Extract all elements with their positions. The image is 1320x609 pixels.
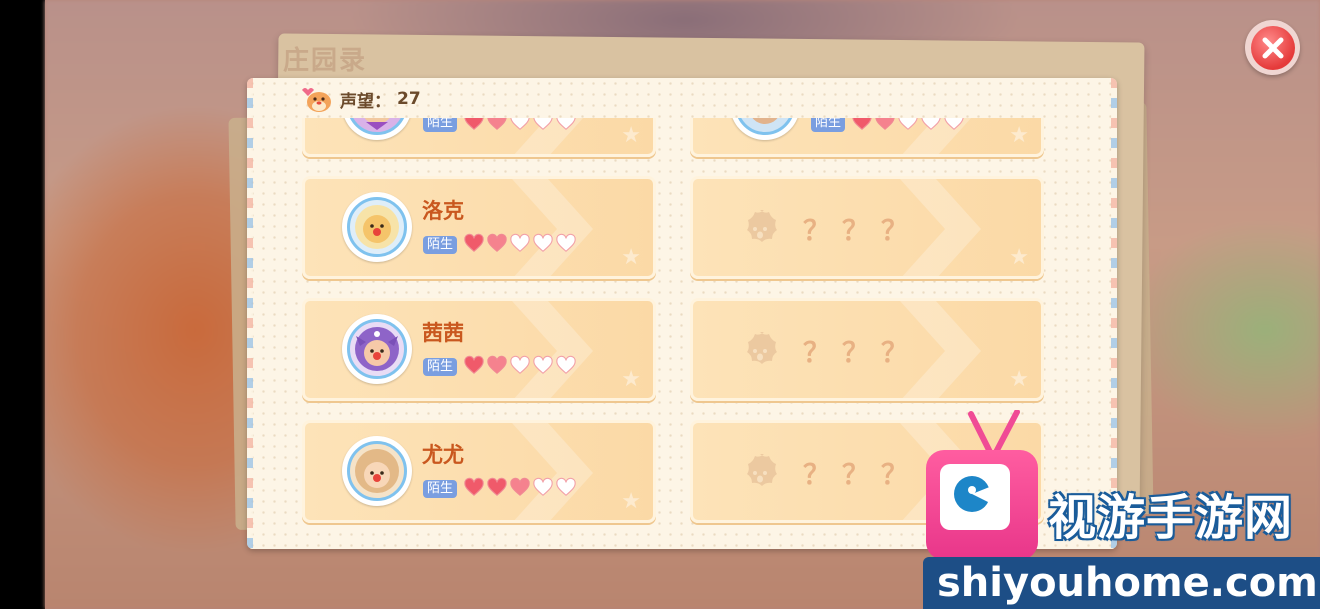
mascot-icon [298,84,334,114]
book-title: 庄园录 [283,46,368,76]
locked-silhouette-icon [747,332,777,364]
close-button[interactable] [1245,20,1300,75]
avatar [342,314,412,384]
relation-tag: 陌生 [811,118,846,132]
watermark-cn: 视游手游网 [1048,490,1294,546]
relation-tag: 陌生 [423,358,458,376]
relation-tag: 陌生 [423,480,458,498]
reputation-label: 声望： [340,91,391,112]
character-card-xixi[interactable]: ★ 茜茜 陌生 [302,298,656,401]
avatar [342,192,412,262]
unknown-name: ？？？ [803,460,920,491]
character-name: 尤尤 [422,443,464,467]
affection-hearts [463,232,577,254]
relation-tag: 陌生 [423,236,458,254]
reputation-header: 声望： 27 [298,84,421,114]
left-letterbox [0,0,45,609]
affection-hearts [851,118,965,132]
unknown-name: ？？？ [803,216,920,247]
character-card-partial-left[interactable]: ★ 陌生 [302,118,656,157]
character-card-partial-right[interactable]: ★ 陌生 [690,118,1044,157]
character-card-locked-2[interactable]: ★ ？？？ [690,298,1044,401]
affection-hearts [463,354,577,376]
avatar [342,118,412,140]
character-name: 茜茜 [422,321,464,345]
locked-silhouette-icon [747,210,777,242]
character-card-youyou[interactable]: ★ 尤尤 陌生 [302,420,656,523]
tv-logo-icon [926,450,1038,560]
unknown-name: ？？？ [803,338,920,369]
character-card-locked-1[interactable]: ★ ？？？ [690,176,1044,279]
affection-hearts [463,476,577,498]
locked-silhouette-icon [747,454,777,486]
site-watermark: 视游手游网 shiyouhome.com [923,410,1320,609]
character-card-luoke[interactable]: ★ 洛克 陌生 [302,176,656,279]
watermark-en: shiyouhome.com [923,557,1320,609]
reputation-value: 27 [397,89,421,109]
avatar [342,436,412,506]
close-icon [1250,25,1295,70]
affection-hearts [463,118,577,132]
character-name: 洛克 [422,199,464,223]
avatar [730,118,800,140]
relation-tag: 陌生 [423,118,458,132]
